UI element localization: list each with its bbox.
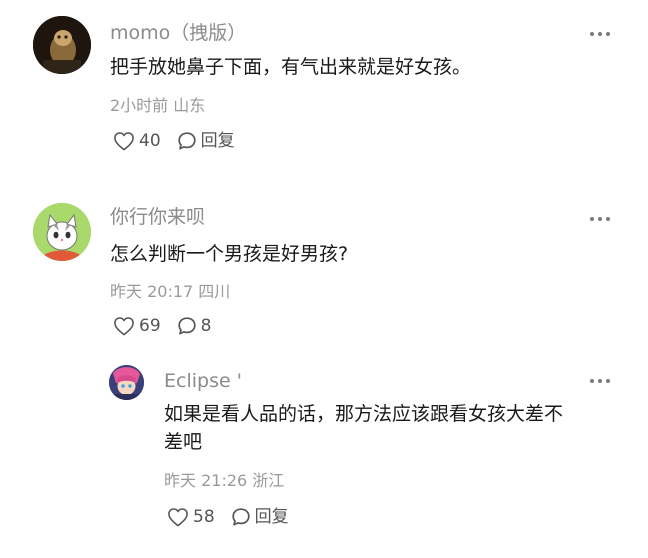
reply-meta: 昨天 21:26 浙江: [164, 471, 285, 490]
like-count: 40: [139, 131, 161, 151]
comment-meta: 2小时前 山东: [110, 96, 206, 115]
comment-text: 把手放她鼻子下面，有气出来就是好女孩。: [110, 56, 472, 78]
avatar[interactable]: [33, 203, 91, 261]
reply-item: Eclipse ' 如果是看人品的话，那方法应该跟看女孩大差不 差吧 昨天 21…: [0, 355, 648, 545]
heart-icon: [114, 317, 134, 336]
like-count: 58: [193, 507, 215, 527]
reply-actions: 58 回复: [167, 506, 289, 528]
comment-meta: 昨天 20:17 四川: [110, 282, 231, 301]
comment-actions: 69 8: [113, 315, 211, 337]
comment-author[interactable]: 你行你来呗: [110, 205, 205, 229]
more-dots-icon[interactable]: [590, 376, 612, 386]
reply-button[interactable]: 8: [177, 315, 212, 337]
reply-label: 回复: [254, 507, 289, 527]
comment-item: 你行你来呗 怎么判断一个男孩是好男孩? 昨天 20:17 四川 69 8: [0, 190, 648, 350]
reply-label: 回复: [200, 131, 235, 151]
comment-actions: 40 回复: [113, 130, 235, 152]
reply-button[interactable]: 回复: [177, 130, 235, 152]
like-button[interactable]: 69: [113, 315, 161, 337]
reply-count: 8: [200, 316, 212, 336]
comment-item: momo（拽版） 把手放她鼻子下面，有气出来就是好女孩。 2小时前 山东 40 …: [0, 0, 648, 170]
more-dots-icon[interactable]: [590, 29, 612, 39]
comment-text: 怎么判断一个男孩是好男孩?: [110, 243, 349, 265]
avatar[interactable]: [33, 16, 91, 74]
reply-author[interactable]: Eclipse ': [164, 369, 242, 393]
like-count: 69: [139, 316, 161, 336]
like-button[interactable]: 40: [113, 130, 161, 152]
heart-icon: [114, 132, 134, 151]
comment-bubble-icon: [231, 508, 250, 526]
comment-bubble-icon: [177, 317, 196, 335]
heart-icon: [168, 508, 188, 527]
more-dots-icon[interactable]: [590, 214, 612, 224]
reply-text-line1: 如果是看人品的话，那方法应该跟看女孩大差不: [164, 403, 564, 425]
like-button[interactable]: 58: [167, 506, 215, 528]
comment-author[interactable]: momo（拽版）: [110, 21, 246, 45]
comment-bubble-icon: [177, 132, 196, 150]
reply-text-line2: 差吧: [164, 431, 203, 453]
comment-thread: momo（拽版） 把手放她鼻子下面，有气出来就是好女孩。 2小时前 山东 40 …: [0, 0, 648, 558]
reply-button[interactable]: 回复: [231, 506, 289, 528]
avatar[interactable]: [109, 365, 144, 400]
